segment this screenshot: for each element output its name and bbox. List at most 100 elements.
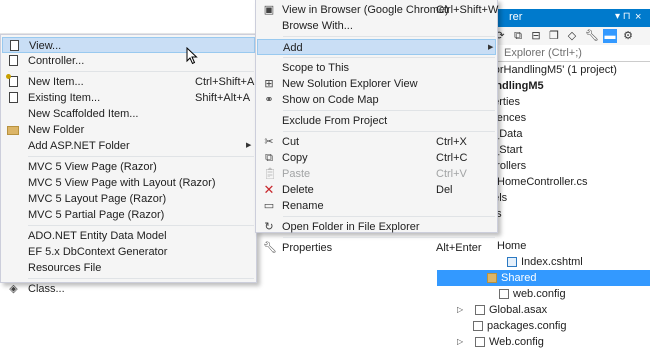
menu-item-paste[interactable]: 📋︎ Paste Ctrl+V [257,166,496,182]
menu-item-label: Browse With... [282,20,353,32]
menu-separator [283,57,495,58]
menu-item-label: Class... [28,283,65,295]
menu-item-view-in-browser-google-chrome[interactable]: ▣ View in Browser (Google Chrome) Ctrl+Shi… [257,2,499,18]
menu-item-label: Cut [282,136,300,148]
tree-item[interactable]: ▷ Web.config [437,334,650,350]
tree-item-label: HomeController.cs [497,176,588,188]
menu-separator [283,110,495,111]
menu-separator [28,225,254,226]
menu-item-label: Add [283,42,303,54]
menu-separator [283,131,495,132]
file-icon [475,305,485,315]
menu-item-shortcut: Ctrl+V [436,168,467,180]
menu-separator [283,216,495,217]
context-menu: ▣ View in Browser (Google Chrome) Ctrl+Shi… [255,0,499,254]
wrench-icon[interactable]: 🔧︎ [585,29,599,43]
menu-item-shortcut: Shift+Alt+A [195,92,251,104]
menu-item-mvc-5-view-page-with-layout-razor[interactable]: MVC 5 View Page with Layout (Razor) [2,175,255,191]
menu-item-shortcut: Del [436,184,453,196]
menu-separator [283,237,495,238]
tree-item[interactable]: ▷ Global.asax [437,302,650,318]
menu-item-view[interactable]: View... [2,37,255,53]
menu-item-label: Delete [282,184,314,196]
tree-item-label: web.config [513,288,566,300]
menu-item-shortcut: Ctrl+Shift+W [436,4,499,16]
menu-item-label: MVC 5 Partial Page (Razor) [28,209,165,221]
menu-item-label: New Item... [28,76,84,88]
menu-separator [28,156,254,157]
submenu-arrow-icon: ▶ [246,142,252,149]
menu-item-new-solution-explorer-view[interactable]: ⊞ New Solution Explorer View [257,76,496,92]
menu-item-shortcut: Ctrl+Shift+A [195,76,255,88]
menu-item-add-asp-net-folder[interactable]: Add ASP.NET Folder ▶ [2,138,255,154]
browser-icon: ▣ [263,4,275,16]
tree-item[interactable]: web.config [437,286,650,302]
menu-separator [283,36,495,37]
menu-item-delete[interactable]: ✕ Delete Del [257,182,496,198]
submenu-arrow-icon: ▶ [488,44,494,51]
menu-item-new-folder[interactable]: New Folder [2,122,255,138]
file-icon [473,321,483,331]
folder-icon [487,273,497,283]
menu-item-mvc-5-partial-page-razor[interactable]: MVC 5 Partial Page (Razor) [2,207,255,223]
class-icon: ◈ [9,283,18,295]
menu-item-cut[interactable]: ✂ Cut Ctrl+X [257,134,496,150]
view-code-icon[interactable]: ◇ [565,29,579,43]
menu-separator [28,278,254,279]
menu-item-open-folder-in-file-explorer[interactable]: ↻ Open Folder in File Explorer [257,219,496,235]
menu-item-existing-item[interactable]: Existing Item... Shift+Alt+A [2,90,255,106]
menu-item-label: ADO.NET Entity Data Model [28,230,167,242]
expand-arrow-icon[interactable]: ▷ [457,302,463,318]
search-placeholder: Explorer (Ctrl+;) [504,47,582,59]
copy-icon: ⧉ [265,152,273,164]
menu-item-resources-file[interactable]: Resources File [2,260,255,276]
copy-icon[interactable]: ❐ [547,29,561,43]
show-all-files-icon[interactable]: ⧉ [511,29,525,43]
preview-selected-icon[interactable]: ▬ [603,29,617,43]
pin-icon[interactable]: ▾ ⊓ [615,11,631,22]
menu-item-mvc-5-layout-page-razor[interactable]: MVC 5 Layout Page (Razor) [2,191,255,207]
class-diagram-icon[interactable]: ⚙ [621,29,635,43]
menu-item-rename[interactable]: ▭ Rename [257,198,496,214]
menu-item-label: View in Browser (Google Chrome) [282,4,449,16]
menu-item-exclude-from-project[interactable]: Exclude From Project [257,113,496,129]
menu-item-mvc-5-view-page-razor[interactable]: MVC 5 View Page (Razor) [2,159,255,175]
tree-item[interactable]: Index.cshtml [437,254,650,270]
menu-item-ef-5-x-dbcontext-generator[interactable]: EF 5.x DbContext Generator [2,244,255,260]
close-icon[interactable]: × [635,11,641,23]
menu-item-browse-with[interactable]: Browse With... [257,18,496,34]
expand-arrow-icon[interactable]: ▷ [457,334,463,350]
menu-item-label: Resources File [28,262,102,274]
razor-file-icon [507,257,517,267]
tree-item-label: packages.config [487,320,567,332]
menu-item-add[interactable]: Add ▶ [257,39,496,55]
menu-item-copy[interactable]: ⧉ Copy Ctrl+C [257,150,496,166]
menu-item-scope-to-this[interactable]: Scope to This [257,60,496,76]
menu-item-properties[interactable]: 🔧︎ Properties Alt+Enter [257,240,496,256]
menu-item-label: Open Folder in File Explorer [282,221,420,233]
menu-item-controller[interactable]: Controller... [2,53,255,69]
collapse-all-icon[interactable]: ⊟ [529,29,543,43]
menu-item-ado-net-entity-data-model[interactable]: ADO.NET Entity Data Model [2,228,255,244]
new-view-icon: ⊞ [264,78,274,90]
existing-item-icon [9,92,18,103]
menu-item-label: New Scaffolded Item... [28,108,139,120]
menu-item-new-scaffolded-item[interactable]: New Scaffolded Item... [2,106,255,122]
open-folder-icon: ↻ [264,221,274,233]
tree-item-label: Shared [501,272,537,284]
rename-icon: ▭ [263,200,275,212]
paste-icon: 📋︎ [263,168,277,180]
file-icon [499,289,509,299]
code-map-icon: ⚭ [264,94,274,106]
tree-item-label: Global.asax [489,304,548,316]
menu-item-shortcut: Ctrl+C [436,152,468,164]
tree-item[interactable]: Shared [437,270,650,286]
tree-item-label: Index.cshtml [521,256,583,268]
menu-item-class[interactable]: ◈ Class... [2,281,255,297]
menu-item-label: Exclude From Project [282,115,388,127]
tree-item[interactable]: packages.config [437,318,650,334]
menu-item-label: Scope to This [282,62,350,74]
menu-item-new-item[interactable]: New Item... Ctrl+Shift+A [2,74,255,90]
menu-item-show-on-code-map[interactable]: ⚭ Show on Code Map [257,92,496,108]
menu-item-shortcut: Alt+Enter [436,242,482,254]
